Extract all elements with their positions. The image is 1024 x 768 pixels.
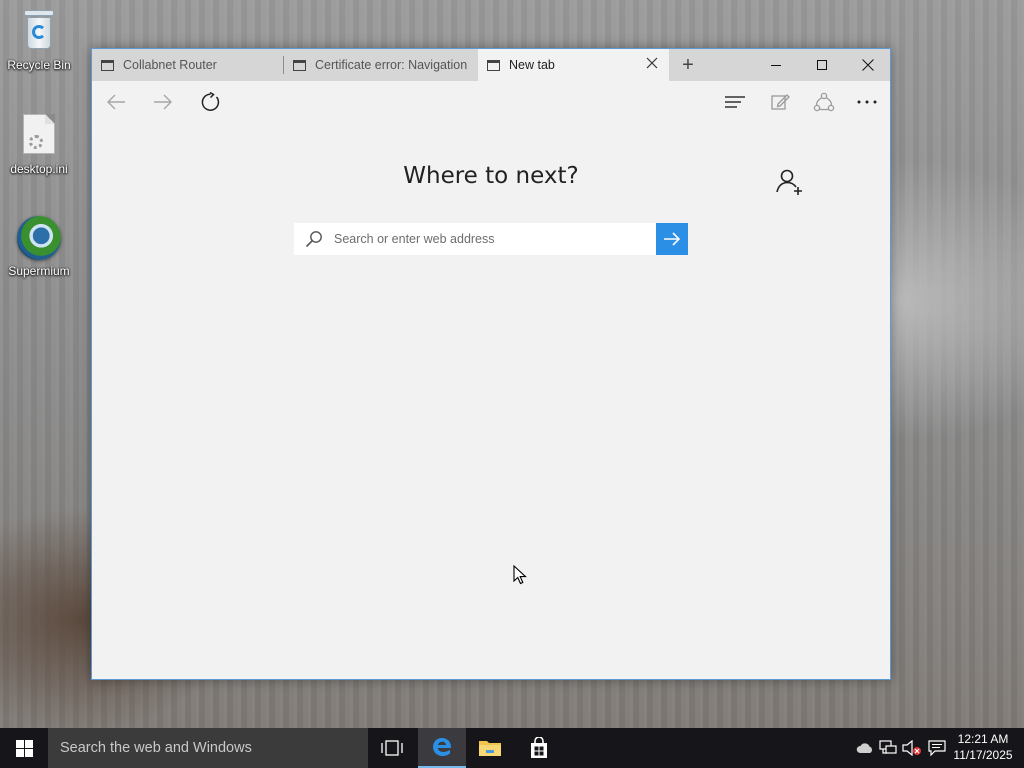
back-icon [107, 94, 125, 110]
search-go-button[interactable] [656, 223, 688, 255]
minimize-button[interactable] [753, 49, 799, 81]
edge-browser-window: Collabnet Router Certificate error: Navi… [91, 48, 891, 680]
store-icon [531, 737, 547, 758]
taskbar: Search the web and Windows 12:21 AM 11/1… [0, 728, 1024, 768]
taskbar-search-box[interactable]: Search the web and Windows [48, 728, 368, 768]
supermium-browser-icon [17, 216, 61, 260]
action-center-icon[interactable] [927, 738, 947, 758]
forward-icon [154, 94, 172, 110]
share-button[interactable] [807, 87, 841, 117]
tab-bar: Collabnet Router Certificate error: Navi… [92, 49, 890, 81]
tab-title: Collabnet Router [123, 58, 217, 72]
arrow-right-icon [664, 232, 681, 246]
taskbar-file-explorer[interactable] [466, 728, 514, 768]
web-note-button[interactable] [763, 87, 797, 117]
new-tab-button[interactable]: + [674, 51, 702, 79]
desktop-icon-label: Recycle Bin [7, 58, 71, 72]
refresh-button[interactable] [194, 87, 228, 117]
tab-collabnet-router[interactable]: Collabnet Router [92, 49, 282, 81]
taskbar-edge[interactable] [418, 728, 466, 768]
tab-title: Certificate error: Navigation [315, 58, 468, 72]
desktop-icon-supermium[interactable]: Supermium [4, 216, 74, 278]
windows-logo-icon [15, 739, 33, 757]
maximize-button[interactable] [799, 49, 845, 81]
refresh-icon [201, 92, 220, 111]
more-button[interactable] [850, 87, 884, 117]
more-icon [857, 100, 877, 104]
desktop-icon-label: Supermium [8, 264, 70, 278]
recycle-bin-icon [17, 10, 61, 54]
tab-certificate-error[interactable]: Certificate error: Navigation [284, 49, 477, 81]
maximize-icon [816, 59, 827, 70]
volume-muted-icon[interactable] [902, 738, 922, 758]
tab-new-tab[interactable]: New tab [478, 49, 669, 81]
desktop-icon-recycle-bin[interactable]: Recycle Bin [4, 8, 74, 72]
edge-icon [433, 738, 452, 756]
onedrive-icon[interactable] [855, 738, 875, 758]
close-tab-icon[interactable] [643, 56, 661, 74]
desktop-icon-desktop-ini[interactable]: desktop.ini [4, 112, 74, 176]
taskbar-clock[interactable]: 12:21 AM 11/17/2025 [948, 731, 1018, 763]
hub-button[interactable] [718, 87, 752, 117]
file-explorer-icon [479, 741, 501, 756]
close-icon [862, 59, 874, 71]
back-button[interactable] [99, 87, 133, 117]
web-note-icon [771, 94, 790, 110]
task-view-icon [381, 740, 403, 756]
close-window-button[interactable] [845, 49, 891, 81]
minimize-icon [770, 64, 781, 66]
clock-time: 12:21 AM [957, 732, 1009, 746]
forward-button[interactable] [146, 87, 180, 117]
desktop-icon-label: desktop.ini [10, 162, 68, 176]
browser-toolbar [92, 81, 890, 123]
clock-date: 11/17/2025 [953, 748, 1013, 762]
page-heading: Where to next? [403, 163, 579, 189]
tab-title: New tab [509, 58, 555, 72]
page-icon [101, 59, 114, 71]
page-icon [293, 59, 306, 71]
search-icon [294, 223, 334, 255]
taskbar-store[interactable] [515, 728, 563, 768]
network-icon[interactable] [878, 738, 898, 758]
start-button[interactable] [0, 728, 48, 768]
mouse-cursor-icon [513, 564, 527, 590]
share-icon [813, 92, 835, 112]
page-icon [487, 59, 500, 71]
hub-icon [725, 96, 745, 108]
task-view-button[interactable] [368, 728, 416, 768]
search-input[interactable] [334, 224, 634, 254]
ini-file-icon [17, 114, 61, 158]
search-box [294, 223, 656, 255]
add-person-icon[interactable] [774, 167, 806, 199]
